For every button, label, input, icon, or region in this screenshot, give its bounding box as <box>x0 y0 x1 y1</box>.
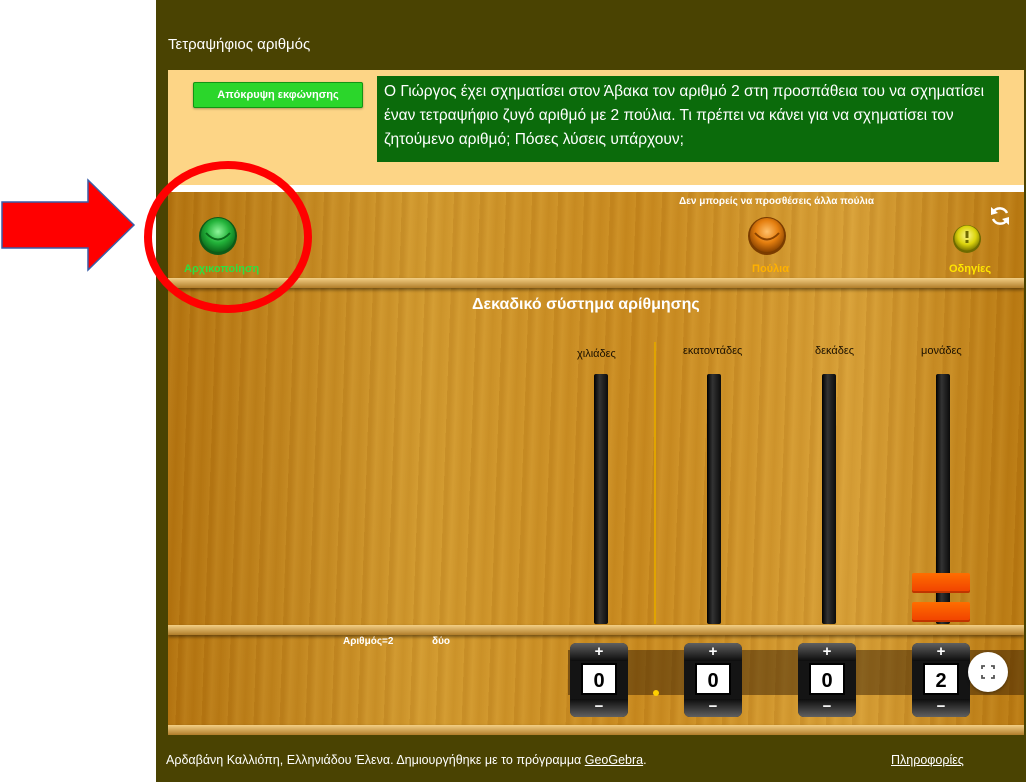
credits-period: . <box>643 753 647 767</box>
bead[interactable] <box>912 573 970 593</box>
spinner-thousands: + 0 − <box>570 643 628 717</box>
beads-button[interactable] <box>747 216 787 256</box>
decrement-hundreds-button[interactable]: − <box>684 699 742 717</box>
geogebra-link[interactable]: GeoGebra <box>585 753 643 767</box>
decimal-point <box>653 690 659 696</box>
increment-thousands-button[interactable]: + <box>570 643 628 661</box>
red-arrow-annotation <box>1 178 136 272</box>
decrement-tens-button[interactable]: − <box>798 699 856 717</box>
beads-label[interactable]: Πούλια <box>752 263 789 275</box>
bead[interactable] <box>912 602 970 622</box>
spinner-tens: + 0 − <box>798 643 856 717</box>
credits-text: Αρδαβάνη Καλλιόπη, Ελληνιάδου Έλενα. Δημ… <box>166 753 585 767</box>
spinner-hundreds: + 0 − <box>684 643 742 717</box>
fullscreen-button[interactable] <box>968 652 1008 692</box>
bottom-shelf <box>168 625 1024 635</box>
footer-credits: Αρδαβάνη Καλλιόπη, Ελληνιάδου Έλενα. Δημ… <box>166 753 647 767</box>
decrement-thousands-button[interactable]: − <box>570 699 628 717</box>
problem-statement: Ο Γιώργος έχει σχηματίσει στον Άβακα τον… <box>377 76 999 162</box>
spinner-units: + 2 − <box>912 643 970 717</box>
column-label-tens: δεκάδες <box>815 345 855 357</box>
hide-statement-button[interactable]: Απόκρυψη εκφώνησης <box>193 82 363 108</box>
increment-hundreds-button[interactable]: + <box>684 643 742 661</box>
number-words: δύο <box>432 636 450 647</box>
red-circle-annotation <box>144 161 312 313</box>
rod-tens[interactable] <box>822 374 836 624</box>
increment-tens-button[interactable]: + <box>798 643 856 661</box>
info-link[interactable]: Πληροφορίες <box>891 753 964 767</box>
thousands-divider-line <box>654 342 656 624</box>
rod-thousands[interactable] <box>594 374 608 624</box>
abacus-title: Δεκαδικό σύστημα αρίθμησης <box>472 296 700 313</box>
increment-units-button[interactable]: + <box>912 643 970 661</box>
bottom-edge <box>168 725 1024 735</box>
tens-value: 0 <box>809 663 845 695</box>
hundreds-value: 0 <box>695 663 731 695</box>
decrement-units-button[interactable]: − <box>912 699 970 717</box>
number-readout: Αριθμός=2 <box>343 636 394 647</box>
rod-hundreds[interactable] <box>707 374 721 624</box>
thousands-value: 0 <box>581 663 617 695</box>
refresh-icon[interactable] <box>988 204 1012 228</box>
fullscreen-icon <box>981 665 995 679</box>
units-value: 2 <box>923 663 959 695</box>
help-label[interactable]: Οδηγίες <box>949 263 991 275</box>
column-label-units: μονάδες <box>921 345 962 357</box>
page-title: Τετραψήφιος αριθμός <box>168 36 311 53</box>
column-label-thousands: χιλιάδες <box>577 348 616 360</box>
column-label-hundreds: εκατοντάδες <box>683 345 743 357</box>
status-message: Δεν μπορείς να προσθέσεις άλλα πούλια <box>679 196 874 207</box>
help-button[interactable] <box>952 224 982 254</box>
